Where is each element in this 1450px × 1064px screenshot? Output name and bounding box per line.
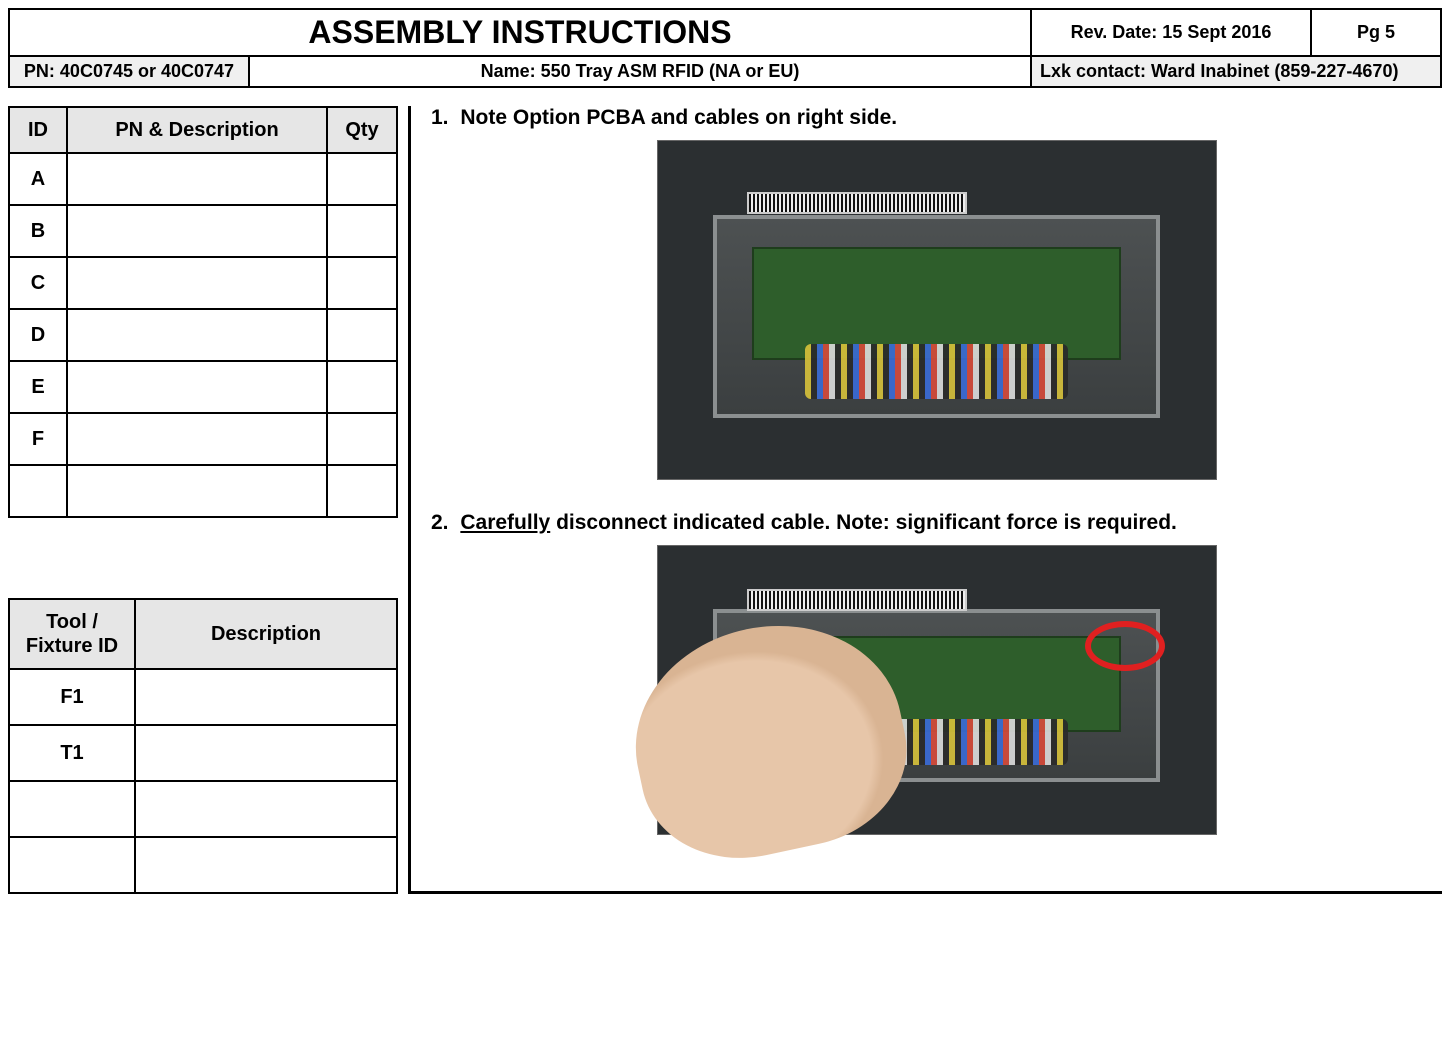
parts-cell [327, 205, 397, 257]
tools-header-id: Tool / Fixture ID [9, 599, 135, 669]
parts-header-qty: Qty [327, 107, 397, 153]
table-row [9, 837, 397, 893]
tools-cell: F1 [9, 669, 135, 725]
tools-cell: T1 [9, 725, 135, 781]
barcode-label [747, 589, 967, 611]
table-row: A [9, 153, 397, 205]
step-2-photo [657, 545, 1217, 835]
step-1-body: Note Option PCBA and cables on right sid… [460, 106, 897, 129]
parts-cell [327, 465, 397, 517]
parts-cell: C [9, 257, 67, 309]
parts-cell [67, 153, 327, 205]
wire-bundle [805, 344, 1068, 399]
tools-cell [135, 669, 397, 725]
left-column: ID PN & Description Qty A B C D E F Tool… [8, 106, 408, 894]
tools-cell [135, 781, 397, 837]
tools-cell [9, 837, 135, 893]
table-row: C [9, 257, 397, 309]
table-row: E [9, 361, 397, 413]
table-row [9, 465, 397, 517]
step-1-text: 1. Note Option PCBA and cables on right … [431, 106, 1442, 130]
parts-header-id: ID [9, 107, 67, 153]
parts-cell [67, 465, 327, 517]
parts-table: ID PN & Description Qty A B C D E F [8, 106, 398, 518]
tools-table: Tool / Fixture ID Description F1 T1 [8, 598, 398, 894]
assembly-name: Name: 550 Tray ASM RFID (NA or EU) [249, 56, 1031, 87]
pcb-board [752, 247, 1120, 360]
rev-date: Rev. Date: 15 Sept 2016 [1031, 9, 1311, 56]
table-row [9, 781, 397, 837]
step-1-number: 1. [431, 106, 449, 129]
contact: Lxk contact: Ward Inabinet (859-227-4670… [1031, 56, 1441, 87]
parts-cell [9, 465, 67, 517]
parts-cell [67, 309, 327, 361]
page-number: Pg 5 [1311, 9, 1441, 56]
parts-header-desc: PN & Description [67, 107, 327, 153]
step-2-underlined: Carefully [460, 511, 550, 534]
tools-header-desc: Description [135, 599, 397, 669]
doc-title: ASSEMBLY INSTRUCTIONS [9, 9, 1031, 56]
step-2-number: 2. [431, 511, 449, 534]
pcb-frame [713, 215, 1159, 418]
callout-ellipse-icon [1085, 621, 1165, 671]
content-wrap: ID PN & Description Qty A B C D E F Tool… [8, 106, 1442, 894]
tools-cell [9, 781, 135, 837]
tools-cell [135, 837, 397, 893]
step-1-photo [657, 140, 1217, 480]
table-row: B [9, 205, 397, 257]
parts-cell [327, 257, 397, 309]
instructions-column: 1. Note Option PCBA and cables on right … [408, 106, 1442, 894]
parts-cell [327, 153, 397, 205]
header-table: ASSEMBLY INSTRUCTIONS Rev. Date: 15 Sept… [8, 8, 1442, 88]
barcode-label [747, 192, 967, 214]
parts-cell: D [9, 309, 67, 361]
parts-cell [67, 205, 327, 257]
part-number: PN: 40C0745 or 40C0747 [9, 56, 249, 87]
parts-cell [327, 309, 397, 361]
step-2-text: 2. Carefully disconnect indicated cable.… [431, 511, 1442, 535]
parts-cell: A [9, 153, 67, 205]
step-1-photo-wrap [431, 140, 1442, 485]
parts-cell: B [9, 205, 67, 257]
table-row: F1 [9, 669, 397, 725]
table-row: F [9, 413, 397, 465]
parts-cell [327, 361, 397, 413]
step-2-photo-wrap [431, 545, 1442, 840]
table-row: T1 [9, 725, 397, 781]
step-2-rest: disconnect indicated cable. Note: signif… [550, 511, 1177, 534]
parts-cell [67, 361, 327, 413]
parts-cell [327, 413, 397, 465]
tools-cell [135, 725, 397, 781]
parts-cell [67, 413, 327, 465]
table-row: D [9, 309, 397, 361]
parts-cell: E [9, 361, 67, 413]
parts-cell: F [9, 413, 67, 465]
parts-cell [67, 257, 327, 309]
